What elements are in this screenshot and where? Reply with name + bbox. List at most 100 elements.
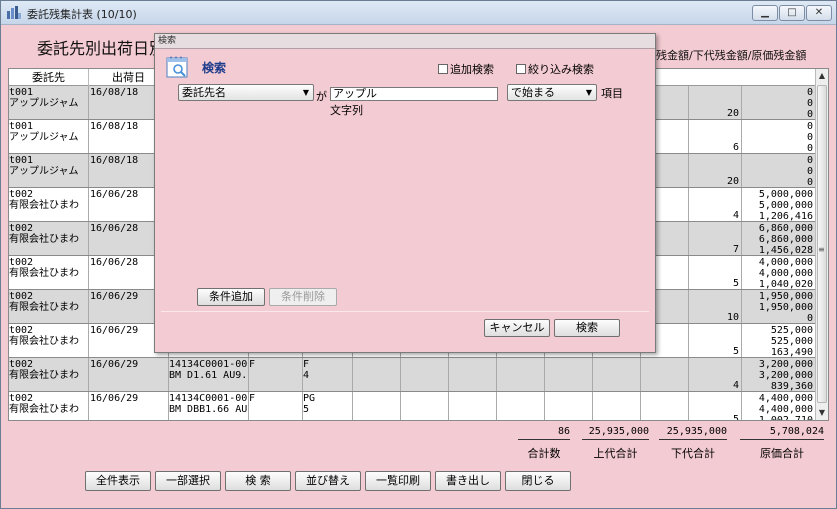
operator-select-value: で始まる — [511, 86, 555, 99]
total-count: 86 — [518, 426, 570, 440]
value-type-label: 文字列 — [330, 104, 363, 117]
row-quantity: 5 — [692, 392, 742, 420]
scroll-up-icon[interactable]: ▲ — [816, 69, 828, 83]
show-all-button[interactable]: 全件表示 — [85, 471, 151, 491]
cancel-button[interactable]: キャンセル — [484, 319, 550, 337]
item-label: 項目 — [601, 87, 623, 100]
column-header-consignee: 委託先 — [9, 69, 89, 86]
close-button[interactable]: 閉じる — [505, 471, 571, 491]
dialog-divider — [161, 311, 649, 312]
row-amounts: 000 — [742, 120, 816, 153]
page-title: 委託先別出荷日別 — [37, 39, 166, 58]
field-select-value: 委託先名 — [182, 86, 226, 99]
row-quantity: 5 — [692, 256, 742, 289]
row-item: 14134C0001-00 BM D1.61 AU9. — [169, 358, 249, 391]
row-consignee: t002 有限会社ひまわ — [9, 392, 89, 420]
row-cell — [641, 358, 689, 391]
scroll-down-icon[interactable]: ▼ — [816, 406, 828, 420]
minimize-button[interactable]: ▁ — [752, 5, 778, 21]
row-cell — [449, 392, 497, 420]
search-dialog-icon — [166, 56, 188, 78]
total-count-label: 合計数 — [527, 447, 561, 460]
row-consignee: t001 アップルジャム — [9, 86, 89, 119]
partial-select-button[interactable]: 一部選択 — [155, 471, 221, 491]
row-quantity: 6 — [692, 120, 742, 153]
scroll-grip-icon: ≡ — [818, 245, 825, 254]
row-quantity: 7 — [692, 222, 742, 255]
operator-select[interactable]: で始まる ▼ — [507, 84, 597, 101]
add-condition-button[interactable]: 条件追加 — [197, 288, 265, 306]
row-amounts: 5,000,000 5,000,000 1,206,416 — [742, 188, 816, 221]
maximize-button[interactable]: □ — [779, 5, 805, 21]
row-consignee: t002 有限会社ひまわ — [9, 256, 89, 289]
row-amounts: 6,860,000 6,860,000 1,456,028 — [742, 222, 816, 255]
total-lower-label: 下代合計 — [671, 447, 715, 460]
row-ship-date: 16/06/29 — [89, 392, 169, 420]
table-row[interactable]: t002 有限会社ひまわ 16/06/29 14134C0001-00 BM DBB1.… — [9, 392, 816, 420]
row-amounts: 4,400,000 4,400,000 1,002,710 — [742, 392, 816, 420]
remove-condition-button[interactable]: 条件削除 — [269, 288, 337, 306]
checkbox-box-icon[interactable] — [516, 64, 526, 74]
row-amounts: 000 — [742, 86, 816, 119]
add-search-checkbox[interactable]: 追加検索 — [438, 61, 494, 77]
vertical-scrollbar[interactable]: ▲ ≡ ▼ — [815, 69, 828, 420]
row-amounts: 525,000 525,000 163,490 — [742, 324, 816, 357]
row-cell — [545, 392, 593, 420]
row-amounts: 4,000,000 4,000,000 1,040,020 — [742, 256, 816, 289]
dialog-search-button[interactable]: 検索 — [554, 319, 620, 337]
search-dialog: 検索 検索 追加検索 絞り込み検索 委託先名 ▼ が アップル 文字列 で始まる… — [154, 33, 656, 353]
dialog-title-bar[interactable]: 検索 — [155, 34, 655, 49]
row-cell — [401, 392, 449, 420]
app-icon — [7, 6, 21, 19]
page-subtitle: 残金額/下代残金額/原価残金額 — [656, 49, 807, 62]
row-field-1: F — [249, 392, 303, 420]
narrow-search-label: 絞り込み検索 — [528, 63, 594, 76]
row-consignee: t002 有限会社ひまわ — [9, 290, 89, 323]
row-cell — [497, 392, 545, 420]
table-row[interactable]: t002 有限会社ひまわ 16/06/29 14134C0001-00 BM D1.61… — [9, 358, 816, 392]
row-field-2: F4 — [303, 358, 353, 391]
row-consignee: t002 有限会社ひまわ — [9, 324, 89, 357]
close-window-button[interactable]: ✕ — [806, 5, 832, 21]
row-consignee: t002 有限会社ひまわ — [9, 222, 89, 255]
row-cell — [593, 392, 641, 420]
title-bar[interactable]: 委託残集計表 (10/10) ▁ □ ✕ — [1, 1, 836, 25]
window-title: 委託残集計表 (10/10) — [27, 8, 137, 21]
row-cell — [401, 358, 449, 391]
row-consignee: t001 アップルジャム — [9, 154, 89, 187]
row-item: 14134C0001-00 BM DBB1.66 AU — [169, 392, 249, 420]
total-lower-price: 25,935,000 — [659, 426, 727, 440]
row-cell — [353, 358, 401, 391]
total-upper-label: 上代合計 — [593, 447, 638, 460]
row-quantity: 4 — [692, 188, 742, 221]
scroll-thumb[interactable] — [817, 85, 827, 403]
total-cost-label: 原価合計 — [760, 447, 804, 460]
field-select[interactable]: 委託先名 ▼ — [178, 84, 314, 101]
row-cell — [497, 358, 545, 391]
row-cell — [449, 358, 497, 391]
particle-label: が — [316, 90, 327, 103]
row-quantity: 4 — [692, 358, 742, 391]
export-button[interactable]: 書き出し — [435, 471, 501, 491]
dialog-label: 検索 — [202, 61, 227, 75]
search-button[interactable]: 検 索 — [225, 471, 291, 491]
total-cost: 5,708,024 — [740, 426, 824, 440]
row-cell — [353, 392, 401, 420]
row-amounts: 3,200,000 3,200,000 839,360 — [742, 358, 816, 391]
print-list-button[interactable]: 一覧印刷 — [365, 471, 431, 491]
row-field-1: F — [249, 358, 303, 391]
chevron-down-icon: ▼ — [585, 88, 592, 97]
row-amounts: 000 — [742, 154, 816, 187]
row-cell — [641, 392, 689, 420]
sort-button[interactable]: 並び替え — [295, 471, 361, 491]
search-value-input[interactable]: アップル — [330, 87, 498, 101]
add-search-label: 追加検索 — [450, 63, 494, 76]
chevron-down-icon: ▼ — [302, 88, 309, 97]
total-upper-price: 25,935,000 — [582, 426, 649, 440]
narrow-search-checkbox[interactable]: 絞り込み検索 — [516, 61, 594, 77]
row-quantity: 20 — [692, 86, 742, 119]
checkbox-box-icon[interactable] — [438, 64, 448, 74]
row-ship-date: 16/06/29 — [89, 358, 169, 391]
row-field-2: PG 5 — [303, 392, 353, 420]
row-quantity: 10 — [692, 290, 742, 323]
